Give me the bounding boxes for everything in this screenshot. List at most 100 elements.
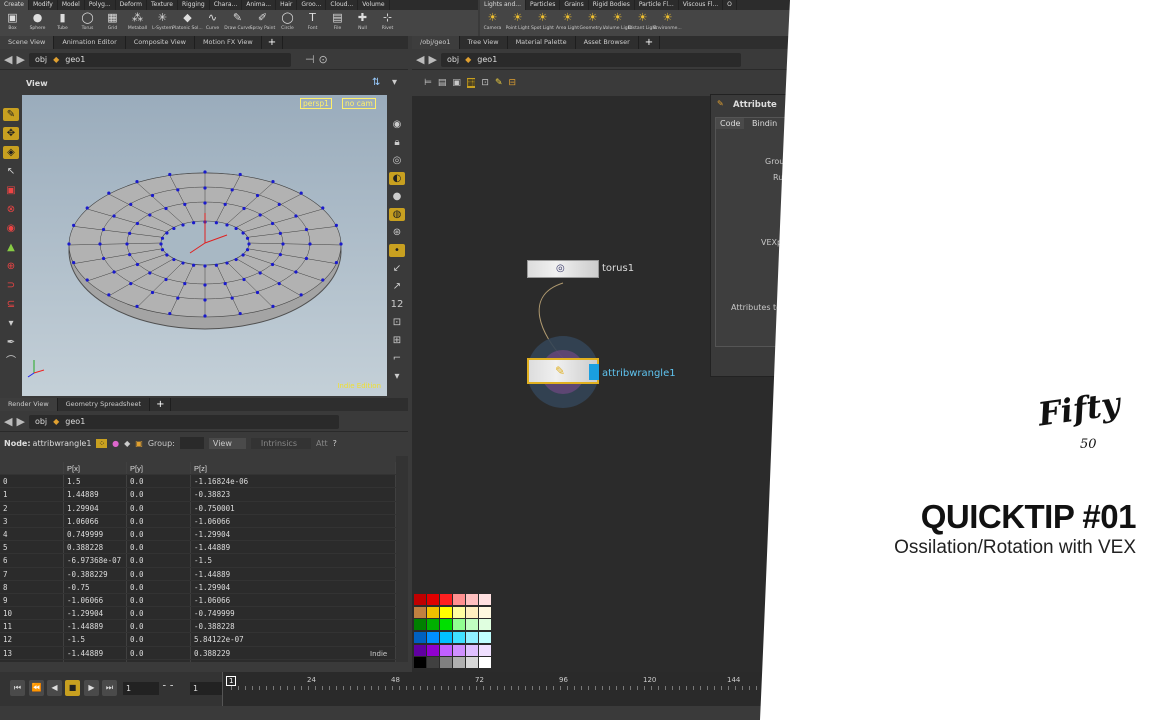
table-row[interactable]: 1 1.44889 0.0 -0.38823 bbox=[0, 488, 396, 502]
shelf-tool[interactable]: ⊹ Rivet bbox=[375, 10, 400, 32]
color-swatch[interactable] bbox=[427, 619, 439, 631]
column-header[interactable]: P[y] bbox=[127, 462, 191, 475]
color-swatch[interactable] bbox=[440, 606, 452, 618]
table-row[interactable]: 14-1.299040.00.75 bbox=[0, 659, 396, 662]
color-swatch[interactable] bbox=[440, 644, 452, 656]
color-swatch[interactable] bbox=[453, 631, 465, 643]
color-swatch[interactable] bbox=[440, 657, 452, 669]
vector-icon[interactable]: ↙ bbox=[389, 262, 405, 275]
table-row[interactable]: 7 -0.388229 0.0 -1.44889 bbox=[0, 567, 396, 581]
transform-icon[interactable]: ▣ bbox=[3, 184, 19, 197]
jump-start-button[interactable]: ⏮ bbox=[10, 680, 25, 696]
jump-end-button[interactable]: ⏭ bbox=[102, 680, 117, 696]
color-swatch[interactable] bbox=[414, 657, 426, 669]
pin-icon[interactable]: ⊣ bbox=[305, 53, 315, 66]
shelf-tool[interactable]: ✚ Null bbox=[350, 10, 375, 32]
shelf-tab[interactable]: Grains bbox=[560, 0, 589, 10]
color-swatch[interactable] bbox=[453, 594, 465, 605]
display-flag[interactable] bbox=[589, 364, 599, 380]
shelf-tool[interactable]: ✎ Draw Curve bbox=[224, 10, 250, 32]
obj-crumb[interactable]: obj bbox=[447, 55, 459, 64]
color-swatch[interactable] bbox=[414, 594, 426, 605]
help-icon[interactable]: ? bbox=[333, 439, 337, 448]
geometry-spreadsheet[interactable]: P[x] P[y] P[z] 0 1.5 0.0 -1.16824e-06 1 1.44889 0… bbox=[0, 462, 396, 662]
column-header[interactable]: P[x] bbox=[64, 462, 127, 475]
shelf-tab[interactable]: Chara... bbox=[210, 0, 243, 10]
pane-tab[interactable]: Motion FX View bbox=[195, 36, 262, 49]
ghost-icon[interactable]: ◍ bbox=[389, 208, 405, 221]
shelf-tab[interactable]: Create bbox=[0, 0, 29, 10]
scene-viewport[interactable]: persp1 no cam Indie Edition bbox=[22, 95, 387, 396]
shelf-tab[interactable]: Deform bbox=[116, 0, 147, 10]
path-breadcrumb[interactable]: obj ◆ geo1 bbox=[440, 52, 741, 67]
grid-icon[interactable]: ⊞ bbox=[389, 334, 405, 347]
link-icon[interactable]: ⊙ bbox=[319, 53, 328, 66]
light-icon[interactable]: ◎ bbox=[389, 154, 405, 167]
shelf-tab[interactable]: Rigid Bodies bbox=[589, 0, 635, 10]
path-breadcrumb[interactable]: obj ◆ geo1 bbox=[28, 414, 339, 429]
paint-icon[interactable]: ✒ bbox=[3, 336, 19, 349]
pane-tab[interactable]: Scene View bbox=[0, 36, 55, 49]
shelf-tool[interactable]: ☀ Camera bbox=[480, 10, 505, 32]
shelf-tool[interactable]: ⁂ Metaball bbox=[125, 10, 150, 32]
color-swatch[interactable] bbox=[414, 606, 426, 618]
shelf-tab[interactable]: Modify bbox=[29, 0, 58, 10]
torus-node[interactable]: ◎ bbox=[527, 260, 599, 278]
pane-tab[interactable]: Animation Editor bbox=[54, 36, 126, 49]
shelf-tool[interactable]: ☀ Area Light bbox=[555, 10, 580, 32]
color-swatch[interactable] bbox=[479, 644, 491, 656]
pane-tab[interactable]: /obj/geo1 bbox=[412, 36, 460, 49]
forward-arrow-icon[interactable]: ▶ bbox=[16, 415, 24, 428]
rotate-icon[interactable]: ⊗ bbox=[3, 203, 19, 216]
shelf-tab[interactable]: Volume bbox=[358, 0, 390, 10]
color-swatch[interactable] bbox=[414, 619, 426, 631]
shelf-tool[interactable]: ◆ Platonic Sol... bbox=[172, 10, 202, 32]
view-menu[interactable]: View bbox=[208, 437, 246, 449]
path-breadcrumb[interactable]: obj ◆ geo1 bbox=[28, 52, 291, 67]
node-name[interactable]: attribwrangle1 bbox=[33, 439, 92, 448]
sticky-note-icon[interactable]: ✎ bbox=[495, 78, 503, 88]
view-mode-icon[interactable]: ◈ bbox=[3, 146, 19, 159]
back-arrow-icon[interactable]: ◀ bbox=[4, 53, 12, 66]
prim-icon[interactable]: ◆ bbox=[124, 439, 130, 448]
start-frame-field[interactable]: 1 bbox=[190, 682, 224, 695]
step-back-key-button[interactable]: ⏪ bbox=[29, 680, 44, 696]
attr-menu[interactable]: Att bbox=[316, 439, 328, 448]
wrangle-node[interactable]: ✎ bbox=[527, 358, 599, 384]
color-swatch[interactable] bbox=[427, 657, 439, 669]
color-swatch[interactable] bbox=[440, 619, 452, 631]
add-tab-icon[interactable]: + bbox=[639, 36, 661, 49]
table-row[interactable]: 10 -1.29904 0.0 -0.749999 bbox=[0, 607, 396, 621]
geo-crumb[interactable]: geo1 bbox=[477, 55, 497, 64]
shelf-tool[interactable]: ● Sphere bbox=[25, 10, 50, 32]
shelf-tool[interactable]: ☀ Environme... bbox=[653, 10, 681, 32]
stop-button[interactable]: ■ bbox=[65, 680, 80, 696]
points-icon[interactable]: ⁘ bbox=[96, 438, 108, 448]
frame-field[interactable]: 1 bbox=[123, 682, 159, 695]
shelf-tab[interactable]: Groo... bbox=[297, 0, 327, 10]
timeline-ruler[interactable]: 1 24 48 72 96 120 144 bbox=[222, 672, 790, 706]
display-options-icon[interactable]: ⇅ bbox=[372, 77, 380, 88]
table-row[interactable]: 11 -1.44889 0.0 -0.388228 bbox=[0, 620, 396, 634]
geo-crumb[interactable]: geo1 bbox=[65, 55, 85, 64]
forward-arrow-icon[interactable]: ▶ bbox=[428, 53, 436, 66]
add-tab-icon[interactable]: + bbox=[262, 36, 284, 49]
shelf-tool[interactable]: ▦ Grid bbox=[100, 10, 125, 32]
shelf-tab[interactable]: Model bbox=[58, 0, 85, 10]
shelf-tab[interactable]: O bbox=[723, 0, 737, 10]
wrangle-node-label[interactable]: attribwrangle1 bbox=[602, 368, 676, 379]
geo-crumb[interactable]: geo1 bbox=[65, 417, 85, 426]
color-swatch[interactable] bbox=[453, 619, 465, 631]
shelf-tool[interactable]: ▮ Tube bbox=[50, 10, 75, 32]
chevron-down-icon[interactable]: ▾ bbox=[389, 370, 405, 383]
shelf-tool[interactable]: ☀ Spot Light bbox=[530, 10, 555, 32]
pose-icon[interactable]: ▲ bbox=[3, 241, 19, 254]
camera-icon[interactable]: ⊡ bbox=[389, 316, 405, 329]
sheet-scrollbar[interactable] bbox=[396, 456, 408, 662]
play-reverse-button[interactable]: ◀ bbox=[47, 680, 62, 696]
color-swatch[interactable] bbox=[414, 644, 426, 656]
column-header[interactable] bbox=[0, 462, 64, 475]
color-swatch[interactable] bbox=[466, 644, 478, 656]
pane-tab[interactable]: Render View bbox=[0, 398, 58, 411]
pane-tab[interactable]: Tree View bbox=[460, 36, 508, 49]
